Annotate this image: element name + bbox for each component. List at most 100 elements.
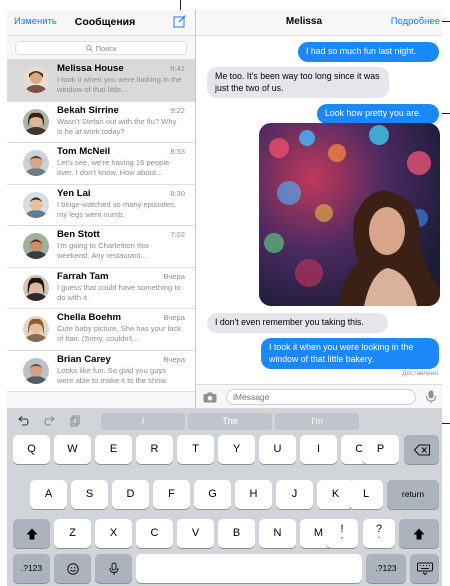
key-w[interactable]: W <box>54 435 91 464</box>
key-v[interactable]: V <box>177 519 214 548</box>
key-l[interactable]: L <box>349 480 383 509</box>
key-e[interactable]: E <box>95 435 132 464</box>
conversation-preview: Looks like fun. So glad you guys were ab… <box>57 365 168 385</box>
key-q[interactable]: Q <box>13 435 50 464</box>
key-d[interactable]: D <box>112 480 149 509</box>
search-bar: Поиск <box>7 36 195 60</box>
key-n[interactable]: N <box>259 519 296 548</box>
key-b[interactable]: B <box>218 519 255 548</box>
numbers-key-left[interactable]: .?123 <box>13 554 50 583</box>
shortcut-bar: I The I'm <box>7 411 442 431</box>
delete-key[interactable] <box>404 435 439 464</box>
key-t[interactable]: T <box>177 435 214 464</box>
callout-line-photo <box>442 113 450 114</box>
conversation-name: Farrah Tam <box>57 270 109 282</box>
chat-header: Melissa Подробнее <box>196 10 442 36</box>
key-r[interactable]: R <box>136 435 173 464</box>
avatar <box>23 274 49 301</box>
conversation-item-bekah-sirrine[interactable]: Bekah Sirrine 9:22 Wasn't Stefan out wit… <box>7 101 195 143</box>
conversation-preview: Cute baby picture. She has your lack of … <box>57 324 182 343</box>
sidebar-header: Изменить Сообщения <box>7 10 195 36</box>
conversation-item-ben-stott[interactable]: Ben Stott 7:02 I'm going to Charleston t… <box>7 226 195 268</box>
redo-icon[interactable] <box>44 415 56 427</box>
emoji-key[interactable] <box>54 554 91 583</box>
message-input-bar <box>196 384 442 408</box>
conversation-name: Ben Stott <box>57 229 100 240</box>
conversation-item-yen-lai[interactable]: Yen Lai 8:30 I binge-watched so many epi… <box>7 184 195 226</box>
message-outgoing[interactable]: I took it when you were looking in the w… <box>261 338 439 369</box>
backspace-icon <box>413 444 430 455</box>
conversation-preview: I'm going to Charleston this weekend. An… <box>57 241 149 260</box>
conversation-name: Chella Boehm <box>57 312 121 323</box>
conversation-name: Bekah Sirrine <box>57 104 119 116</box>
key-g[interactable]: G <box>194 480 231 509</box>
conversation-preview: I took it when you were looking in the w… <box>57 75 182 94</box>
key-exclamation[interactable]: ! , <box>326 519 358 548</box>
conversation-name: Yen Lai <box>57 187 91 199</box>
return-key[interactable]: return <box>387 480 439 509</box>
message-incoming[interactable]: Me too. It's been way too long since it … <box>207 67 389 98</box>
conversation-item-brian-carey[interactable]: Brian Carey Вчера Looks like fun. So gla… <box>7 350 195 392</box>
search-field[interactable]: Поиск <box>15 41 187 55</box>
paste-icon[interactable] <box>69 415 81 427</box>
key-y[interactable]: Y <box>218 435 255 464</box>
compose-icon[interactable] <box>173 14 187 28</box>
numbers-key-right[interactable]: .?123 <box>366 554 406 583</box>
emoji-icon <box>66 562 79 575</box>
conversation-pane: Melissa Подробнее I had so much fun last… <box>196 10 442 408</box>
suggestion-1[interactable]: I <box>101 413 185 430</box>
key-f[interactable]: F <box>153 480 190 509</box>
conversation-preview: I binge-watched so many episodes, my leg… <box>57 199 177 219</box>
sidebar-title: Сообщения <box>74 16 136 28</box>
conversation-preview: Let's see, we're having 16 people over. … <box>57 158 170 177</box>
key-u[interactable]: U <box>259 435 296 464</box>
conversation-time: 9:41 <box>170 64 185 73</box>
details-button[interactable]: Подробнее <box>391 16 440 27</box>
avatar <box>23 108 49 135</box>
microphone-icon[interactable] <box>425 390 437 404</box>
callout-line-compose <box>180 0 181 10</box>
message-input[interactable] <box>226 389 416 405</box>
conversation-time: 7:02 <box>170 230 185 239</box>
conversation-item-melissa-house[interactable]: Melissa House 9:41 I took it when you we… <box>7 60 195 102</box>
conversation-item-tom-mcneil[interactable]: Tom McNeil 8:53 Let's see, we're having … <box>7 143 195 185</box>
avatar <box>23 67 49 93</box>
key-s[interactable]: S <box>71 480 108 509</box>
shift-key-left[interactable] <box>13 519 50 548</box>
conversation-time: 9:22 <box>170 105 185 115</box>
message-outgoing[interactable]: Look how pretty you are. <box>317 104 439 124</box>
avatar <box>23 357 49 384</box>
key-question[interactable]: ? . <box>363 519 395 548</box>
suggestion-2[interactable]: The <box>188 413 272 430</box>
key-a[interactable]: A <box>30 480 67 509</box>
conversation-item-farrah-tam[interactable]: Farrah Tam Вчера I guess that could have… <box>7 267 195 309</box>
message-incoming[interactable]: I don't even remember you taking this. <box>207 313 388 333</box>
key-c[interactable]: C <box>136 519 173 548</box>
camera-icon[interactable] <box>203 392 217 403</box>
key-h[interactable]: H <box>235 480 272 509</box>
conversation-preview: Wasn't Stefan out with the flu? Why is h… <box>57 116 177 136</box>
keyboard-dismiss-icon <box>416 562 433 575</box>
conversation-list-pane: Изменить Сообщения Поиск Melissa House 9… <box>7 10 196 408</box>
conversation-item-chella-boehm[interactable]: Chella Boehm Вчера Cute baby picture. Sh… <box>7 309 195 351</box>
dictation-key[interactable] <box>95 554 132 583</box>
keyboard: I The I'm Q W E R T Y U I O P A S D F G … <box>7 408 442 586</box>
key-i[interactable]: I <box>300 435 337 464</box>
avatar <box>23 316 49 342</box>
conversation-time: Вчера <box>163 354 185 364</box>
key-j[interactable]: J <box>276 480 313 509</box>
key-z[interactable]: Z <box>54 519 91 548</box>
shift-key-right[interactable] <box>399 519 439 548</box>
search-placeholder: Поиск <box>95 43 117 53</box>
avatar <box>23 191 49 218</box>
hide-keyboard-key[interactable] <box>410 554 439 583</box>
space-key[interactable] <box>136 554 362 583</box>
undo-icon[interactable] <box>17 415 29 427</box>
conversation-name: Brian Carey <box>57 353 111 365</box>
microphone-icon <box>109 562 118 575</box>
key-p[interactable]: P <box>362 435 399 464</box>
message-outgoing[interactable]: I had so much fun last night. <box>298 42 439 62</box>
photo-attachment[interactable] <box>259 123 440 306</box>
suggestion-3[interactable]: I'm <box>275 413 359 430</box>
key-x[interactable]: X <box>95 519 132 548</box>
